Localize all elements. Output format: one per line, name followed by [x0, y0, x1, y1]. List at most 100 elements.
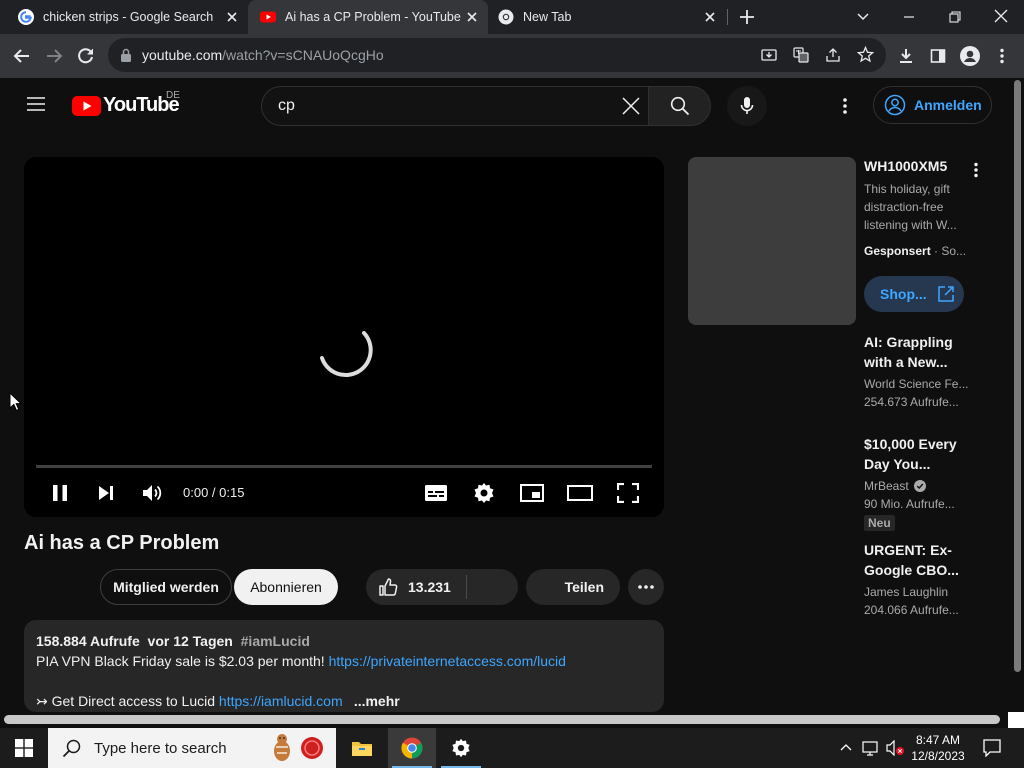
next-video-button[interactable]: [92, 479, 120, 507]
downloads-icon[interactable]: [890, 40, 922, 72]
taskbar-search-placeholder: Type here to search: [94, 739, 227, 757]
ad-desc-line: This holiday, gift: [864, 182, 950, 196]
back-button[interactable]: [6, 40, 38, 72]
hashtag-link[interactable]: #iamLucid: [241, 633, 310, 649]
url-text: youtube.com/watch?v=sCNAUoQcgHo: [142, 47, 384, 63]
lock-icon[interactable]: [120, 48, 132, 62]
chrome-menu-icon[interactable]: [986, 40, 1018, 72]
ad-desc-line: listening with W...: [864, 218, 957, 232]
youtube-logo[interactable]: YouTube DE: [72, 90, 180, 117]
chrome-taskbar-button[interactable]: [388, 728, 436, 768]
view-count: 158.884 Aufrufe: [36, 633, 140, 649]
dislike-button[interactable]: [467, 569, 517, 605]
hamburger-menu-icon[interactable]: [26, 96, 46, 112]
address-bar[interactable]: youtube.com/watch?v=sCNAUoQcgHo: [108, 38, 886, 72]
clear-search-icon[interactable]: [622, 97, 640, 115]
ad-more-icon[interactable]: [974, 162, 978, 178]
subtitles-button[interactable]: [422, 479, 450, 507]
profile-avatar-icon[interactable]: [954, 40, 986, 72]
tab-title: New Tab: [523, 10, 572, 24]
like-button[interactable]: 13.231: [366, 569, 466, 605]
close-tab-icon[interactable]: [702, 9, 718, 25]
video-title-line: Day You...: [864, 456, 931, 472]
subtitles-icon: [425, 485, 447, 501]
subscribe-button[interactable]: Abonnieren: [234, 569, 338, 605]
share-button[interactable]: Teilen: [526, 569, 620, 605]
volume-muted-icon[interactable]: [886, 740, 906, 756]
youtube-play-logo-icon: [72, 95, 101, 116]
like-dislike-group: 13.231: [366, 569, 518, 605]
pause-button[interactable]: [46, 479, 74, 507]
search-input[interactable]: cp: [261, 86, 649, 126]
ad-title: WH1000XM5: [864, 158, 948, 174]
account-icon: [884, 94, 906, 116]
settings-more-icon[interactable]: [843, 97, 847, 115]
fullscreen-button[interactable]: [614, 479, 642, 507]
new-badge: Neu: [864, 515, 895, 531]
install-app-icon[interactable]: [761, 47, 777, 63]
view-count: 204.066 Aufrufe...: [864, 603, 959, 617]
search-query: cp: [278, 97, 295, 114]
reload-button[interactable]: [70, 40, 102, 72]
restore-window-icon[interactable]: [948, 10, 962, 24]
tab-youtube-video[interactable]: Ai has a CP Problem - YouTube: [248, 0, 488, 34]
close-tab-icon[interactable]: [464, 9, 480, 25]
like-count: 13.231: [408, 579, 451, 595]
volume-icon: [143, 485, 162, 501]
sidebar-video-item[interactable]: AI: Grappling with a New... World Scienc…: [864, 332, 972, 411]
taskbar-clock[interactable]: 8:47 AM 12/8/2023: [908, 732, 968, 764]
side-panel-icon[interactable]: [922, 40, 954, 72]
share-icon[interactable]: [825, 47, 841, 63]
description-line: ↣ Get Direct access to Lucid https://iam…: [36, 693, 400, 710]
minimize-window-icon[interactable]: [902, 10, 916, 24]
video-title-line: $10,000 Every: [864, 436, 957, 452]
gear-icon: [474, 483, 494, 503]
file-explorer-button[interactable]: [338, 728, 386, 768]
voice-search-button[interactable]: [727, 86, 767, 126]
sidebar-video-item[interactable]: $10,000 Every Day You... MrBeast 90 Mio.…: [864, 434, 972, 532]
show-hidden-icons-chevron-icon[interactable]: [840, 742, 852, 752]
horizontal-scrollbar-thumb[interactable]: [4, 715, 1000, 724]
settings-taskbar-button[interactable]: [437, 728, 485, 768]
pause-icon: [53, 485, 67, 501]
sidebar-video-item[interactable]: URGENT: Ex- Google CBO... James Laughlin…: [864, 540, 972, 619]
video-title-line: AI: Grappling: [864, 334, 953, 350]
join-membership-button[interactable]: Mitglied werden: [100, 569, 232, 605]
start-button[interactable]: [0, 728, 48, 768]
ad-info[interactable]: WH1000XM5 This holiday, gift distraction…: [864, 156, 972, 260]
url-host: youtube.com: [142, 47, 223, 63]
miniplayer-button[interactable]: [518, 479, 546, 507]
bookmark-star-icon[interactable]: [857, 46, 874, 63]
settings-button[interactable]: [470, 479, 498, 507]
new-tab-button[interactable]: [738, 9, 756, 25]
forward-button[interactable]: [38, 40, 70, 72]
search-button[interactable]: [648, 86, 711, 126]
mute-button[interactable]: [139, 479, 167, 507]
more-actions-button[interactable]: [628, 569, 664, 605]
pia-link[interactable]: https://privateinternetaccess.com/lucid: [329, 653, 566, 669]
tab-google-search[interactable]: chicken strips - Google Search: [0, 0, 248, 34]
theater-mode-button[interactable]: [566, 479, 594, 507]
microphone-icon: [740, 97, 754, 114]
vertical-scrollbar-thumb[interactable]: [1014, 80, 1021, 672]
notifications-icon[interactable]: [983, 739, 1001, 757]
description-box[interactable]: 158.884 Aufrufe vor 12 Tagen #iamLucid P…: [24, 620, 664, 712]
video-player[interactable]: 0:00 / 0:15: [24, 157, 664, 517]
close-tab-icon[interactable]: [224, 9, 240, 25]
close-window-icon[interactable]: [994, 9, 1008, 23]
tab-new-tab[interactable]: New Tab: [488, 0, 726, 34]
shop-now-button[interactable]: Shop...: [864, 276, 964, 312]
network-icon[interactable]: [862, 740, 880, 756]
translate-icon[interactable]: [793, 47, 809, 63]
lucid-link[interactable]: https://iamlucid.com: [219, 693, 350, 709]
gear-icon: [452, 738, 470, 758]
search-icon: [62, 739, 81, 758]
tab-search-chevron-icon[interactable]: [856, 10, 870, 24]
sign-in-button[interactable]: Anmelden: [873, 86, 992, 124]
ad-thumbnail[interactable]: [688, 157, 856, 325]
upload-age: vor 12 Tagen: [147, 633, 233, 649]
show-more-button[interactable]: ...mehr: [354, 693, 400, 709]
taskbar-search-box[interactable]: Type here to search: [48, 728, 336, 768]
progress-bar[interactable]: [36, 465, 652, 468]
tab-title: chicken strips - Google Search: [43, 10, 214, 24]
